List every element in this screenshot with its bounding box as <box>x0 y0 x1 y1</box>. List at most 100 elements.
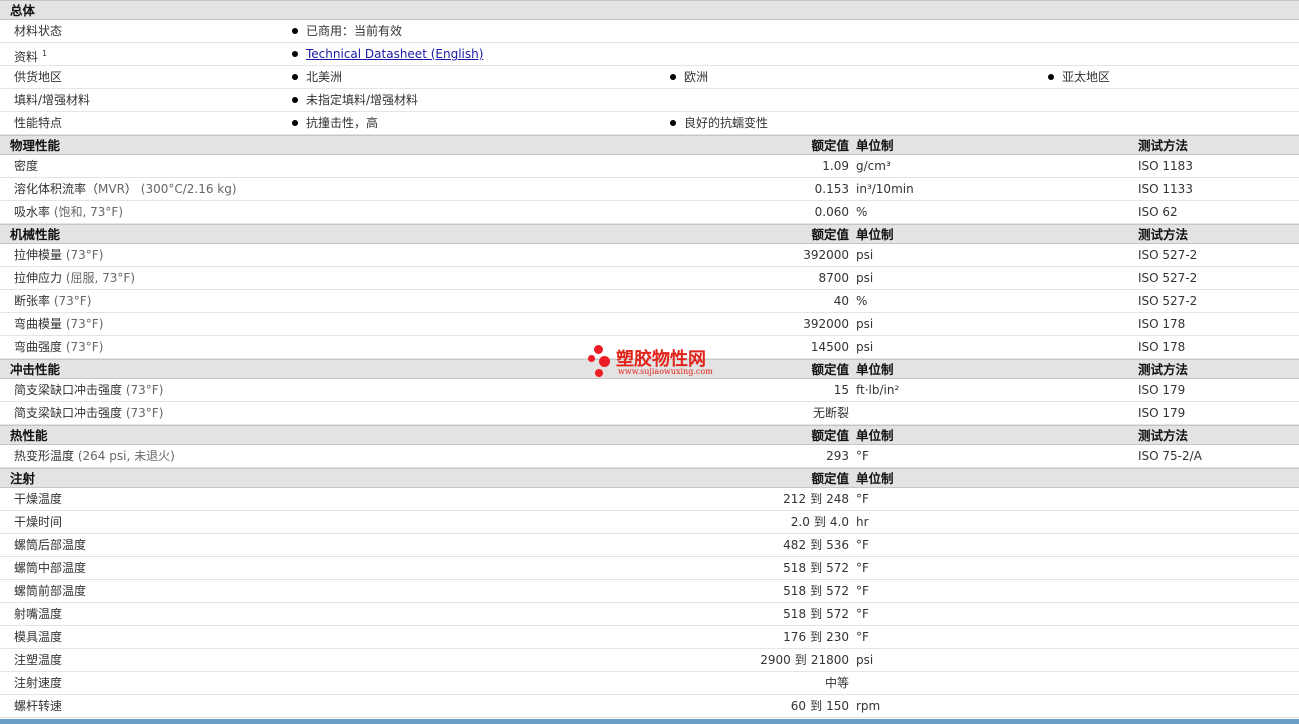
property-name: 螺筒中部温度 <box>14 561 87 575</box>
property-unit: °F <box>856 492 869 506</box>
property-value: 2.0 到 4.0 <box>790 515 849 529</box>
property-method: ISO 1133 <box>1138 182 1193 196</box>
col-header-method: 测试方法 <box>1138 227 1189 242</box>
property-unit: hr <box>856 515 869 529</box>
property-value: 无断裂 <box>812 406 849 420</box>
table-row: 螺杆转速 60 到 150 rpm <box>0 695 1299 718</box>
property-name: 简支梁缺口冲击强度 (73°F) <box>14 383 164 397</box>
list-item: 欧洲 <box>670 66 708 88</box>
section-title: 冲击性能 <box>10 362 61 377</box>
property-method: ISO 1183 <box>1138 159 1193 173</box>
property-name: 吸水率 (饱和, 73°F) <box>14 205 124 219</box>
row-label: 填料/增强材料 <box>14 93 91 107</box>
row-documents: 资料 1 Technical Datasheet (English) <box>0 43 1299 66</box>
property-unit: rpm <box>856 699 881 713</box>
property-value: 482 到 536 <box>783 538 849 552</box>
row-label: 性能特点 <box>14 116 63 130</box>
section-header-injection: 注射 额定值 单位制 <box>0 468 1299 488</box>
table-row: 注射速度 中等 <box>0 672 1299 695</box>
col-header-method: 测试方法 <box>1138 138 1189 153</box>
list-item: 抗撞击性，高 <box>292 112 378 134</box>
section-title: 总体 <box>10 3 36 18</box>
property-unit: °F <box>856 630 869 644</box>
property-unit: psi <box>856 317 874 331</box>
list-item: 良好的抗蠕变性 <box>670 112 768 134</box>
bullet-icon <box>292 119 298 126</box>
property-value: 14500 <box>810 340 849 354</box>
table-row: 射嘴温度 518 到 572 °F <box>0 603 1299 626</box>
property-name: 热变形温度 (264 psi, 未退火) <box>14 449 175 463</box>
property-unit: °F <box>856 449 869 463</box>
table-row: 螺筒后部温度 482 到 536 °F <box>0 534 1299 557</box>
bullet-icon <box>292 27 298 34</box>
bottom-scrollbar[interactable] <box>0 719 1299 724</box>
col-header-unit: 单位制 <box>856 362 894 377</box>
table-row: 弯曲模量 (73°F) 392000 psi ISO 178 <box>0 313 1299 336</box>
property-unit: g/cm³ <box>856 159 891 173</box>
property-name: 螺杆转速 <box>14 699 63 713</box>
property-name: 弯曲强度 (73°F) <box>14 340 104 354</box>
property-value: 40 <box>833 294 849 308</box>
property-value: 8700 <box>818 271 849 285</box>
bullet-icon <box>292 73 298 80</box>
property-value: 中等 <box>824 676 849 690</box>
section-header-physical: 物理性能 额定值 单位制 测试方法 <box>0 135 1299 155</box>
property-unit: °F <box>856 584 869 598</box>
datasheet-link[interactable]: Technical Datasheet (English) <box>306 47 483 61</box>
property-unit: °F <box>856 561 869 575</box>
property-value: 15 <box>833 383 849 397</box>
property-value: 518 到 572 <box>783 584 849 598</box>
col-header-value: 额定值 <box>811 227 849 242</box>
col-header-value: 额定值 <box>811 428 849 443</box>
list-item: 北美洲 <box>292 66 342 88</box>
property-unit: psi <box>856 653 874 667</box>
list-item: 未指定填料/增强材料 <box>292 89 418 111</box>
table-row: 热变形温度 (264 psi, 未退火) 293 °F ISO 75-2/A <box>0 445 1299 468</box>
property-method: ISO 178 <box>1138 340 1186 354</box>
section-title: 物理性能 <box>10 138 61 153</box>
property-unit: in³/10min <box>856 182 914 196</box>
property-value: 176 到 230 <box>783 630 849 644</box>
row-regions: 供货地区 北美洲 欧洲 亚太地区 <box>0 66 1299 89</box>
col-header-value: 额定值 <box>811 138 849 153</box>
property-name: 干燥温度 <box>14 492 63 506</box>
bullet-icon <box>1048 73 1054 80</box>
property-value: 392000 <box>803 317 849 331</box>
property-value: 518 到 572 <box>783 561 849 575</box>
property-unit: psi <box>856 271 874 285</box>
property-name: 干燥时间 <box>14 515 63 529</box>
property-value: 0.153 <box>814 182 849 196</box>
section-header-mechanical: 机械性能 额定值 单位制 测试方法 <box>0 224 1299 244</box>
property-value: 212 到 248 <box>783 492 849 506</box>
property-method: ISO 179 <box>1138 383 1186 397</box>
property-name: 注塑温度 <box>14 653 63 667</box>
table-row: 简支梁缺口冲击强度 (73°F) 无断裂 ISO 179 <box>0 402 1299 425</box>
table-row: 干燥时间 2.0 到 4.0 hr <box>0 511 1299 534</box>
property-value: 392000 <box>803 248 849 262</box>
property-name: 螺筒前部温度 <box>14 584 87 598</box>
table-row: 断张率 (73°F) 40 % ISO 527-2 <box>0 290 1299 313</box>
property-unit: % <box>856 294 868 308</box>
property-method: ISO 62 <box>1138 205 1178 219</box>
property-name: 注射速度 <box>14 676 63 690</box>
property-value: 0.060 <box>814 205 849 219</box>
property-value: 60 到 150 <box>790 699 849 713</box>
property-method: ISO 527-2 <box>1138 294 1198 308</box>
table-row: 模具温度 176 到 230 °F <box>0 626 1299 649</box>
property-unit: % <box>856 205 868 219</box>
col-header-value: 额定值 <box>811 471 849 486</box>
col-header-unit: 单位制 <box>856 428 894 443</box>
section-title: 机械性能 <box>10 227 61 242</box>
row-filler: 填料/增强材料 未指定填料/增强材料 <box>0 89 1299 112</box>
col-header-method: 测试方法 <box>1138 428 1189 443</box>
property-value: 2900 到 21800 <box>760 653 849 667</box>
property-unit: °F <box>856 607 869 621</box>
property-method: ISO 527-2 <box>1138 271 1198 285</box>
watermark-url: www.sujiaowuxing.com <box>618 367 713 376</box>
property-name: 简支梁缺口冲击强度 (73°F) <box>14 406 164 420</box>
property-name: 密度 <box>14 159 39 173</box>
property-unit: °F <box>856 538 869 552</box>
property-name: 拉伸应力 (屈服, 73°F) <box>14 271 136 285</box>
row-material-status: 材料状态 已商用：当前有效 <box>0 20 1299 43</box>
list-item: 亚太地区 <box>1048 66 1110 88</box>
